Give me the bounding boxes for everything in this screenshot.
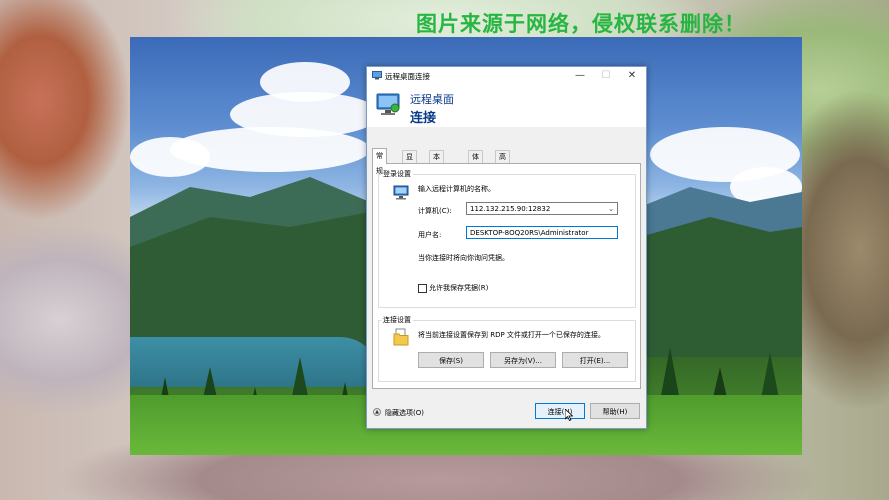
monitor-connection-icon <box>376 93 400 115</box>
computer-value: 112.132.215.90:12832 <box>470 205 551 213</box>
logon-settings-group <box>378 174 636 308</box>
dialog-header: 远程桌面 连接 <box>367 85 646 127</box>
connection-settings-label: 连接设置 <box>381 315 413 325</box>
mouse-cursor-icon <box>565 409 573 421</box>
hide-options-link[interactable]: 隐藏选项(O) <box>385 408 424 418</box>
remote-desktop-icon <box>372 71 382 80</box>
computer-label: 计算机(C): <box>418 207 452 215</box>
help-button[interactable]: 帮助(H) <box>590 403 640 419</box>
close-button[interactable]: ✕ <box>619 68 645 84</box>
tab-display[interactable]: 显示 <box>402 150 417 173</box>
header-subtitle: 连接 <box>410 111 437 126</box>
credential-note: 当你连接时将向你询问凭据。 <box>418 254 509 262</box>
username-value: DESKTOP-8OQ20RS\Administrator <box>470 229 589 237</box>
username-field[interactable]: DESKTOP-8OQ20RS\Administrator <box>466 226 618 239</box>
computer-name-prompt: 输入远程计算机的名称。 <box>418 185 495 193</box>
tab-local-resources[interactable]: 本地资源 <box>429 150 444 197</box>
save-button[interactable]: 保存(S) <box>418 352 484 368</box>
connection-description: 将当前连接设置保存到 RDP 文件或打开一个已保存的连接。 <box>418 331 605 339</box>
chevron-down-icon[interactable]: ⌄ <box>608 203 614 216</box>
save-as-button[interactable]: 另存为(V)... <box>490 352 556 368</box>
save-credentials-checkbox[interactable] <box>418 284 427 293</box>
save-credentials-label[interactable]: 允许我保存凭据(R) <box>429 283 488 293</box>
tab-experience[interactable]: 体验 <box>468 150 483 173</box>
computer-icon <box>393 185 409 200</box>
tab-general[interactable]: 常规 <box>372 148 387 175</box>
computer-combobox[interactable]: 112.132.215.90:12832 ⌄ <box>466 202 618 215</box>
window-title: 远程桌面连接 <box>385 72 430 81</box>
tab-advanced[interactable]: 高级 <box>495 150 510 173</box>
maximize-button[interactable]: ☐ <box>593 68 619 84</box>
title-bar[interactable]: 远程桌面连接 — ☐ ✕ <box>367 67 646 85</box>
open-button[interactable]: 打开(E)... <box>562 352 628 368</box>
header-title: 远程桌面 <box>410 93 454 106</box>
folder-document-icon <box>393 328 409 346</box>
connect-button[interactable]: 连接(N) <box>535 403 585 419</box>
minimize-button[interactable]: — <box>567 68 593 84</box>
username-label: 用户名: <box>418 231 442 239</box>
watermark-text: 图片来源于网络，侵权联系删除！ <box>416 12 746 36</box>
general-panel: 登录设置 输入远程计算机的名称。 计算机(C): 112.132.215.90:… <box>372 163 641 389</box>
chevron-up-icon[interactable]: ▲ <box>373 408 381 416</box>
remote-desktop-dialog: 远程桌面连接 — ☐ ✕ 远程桌面 连接 常规 显示 本地资源 体验 高级 登录… <box>366 66 647 429</box>
logon-settings-label: 登录设置 <box>381 169 413 179</box>
